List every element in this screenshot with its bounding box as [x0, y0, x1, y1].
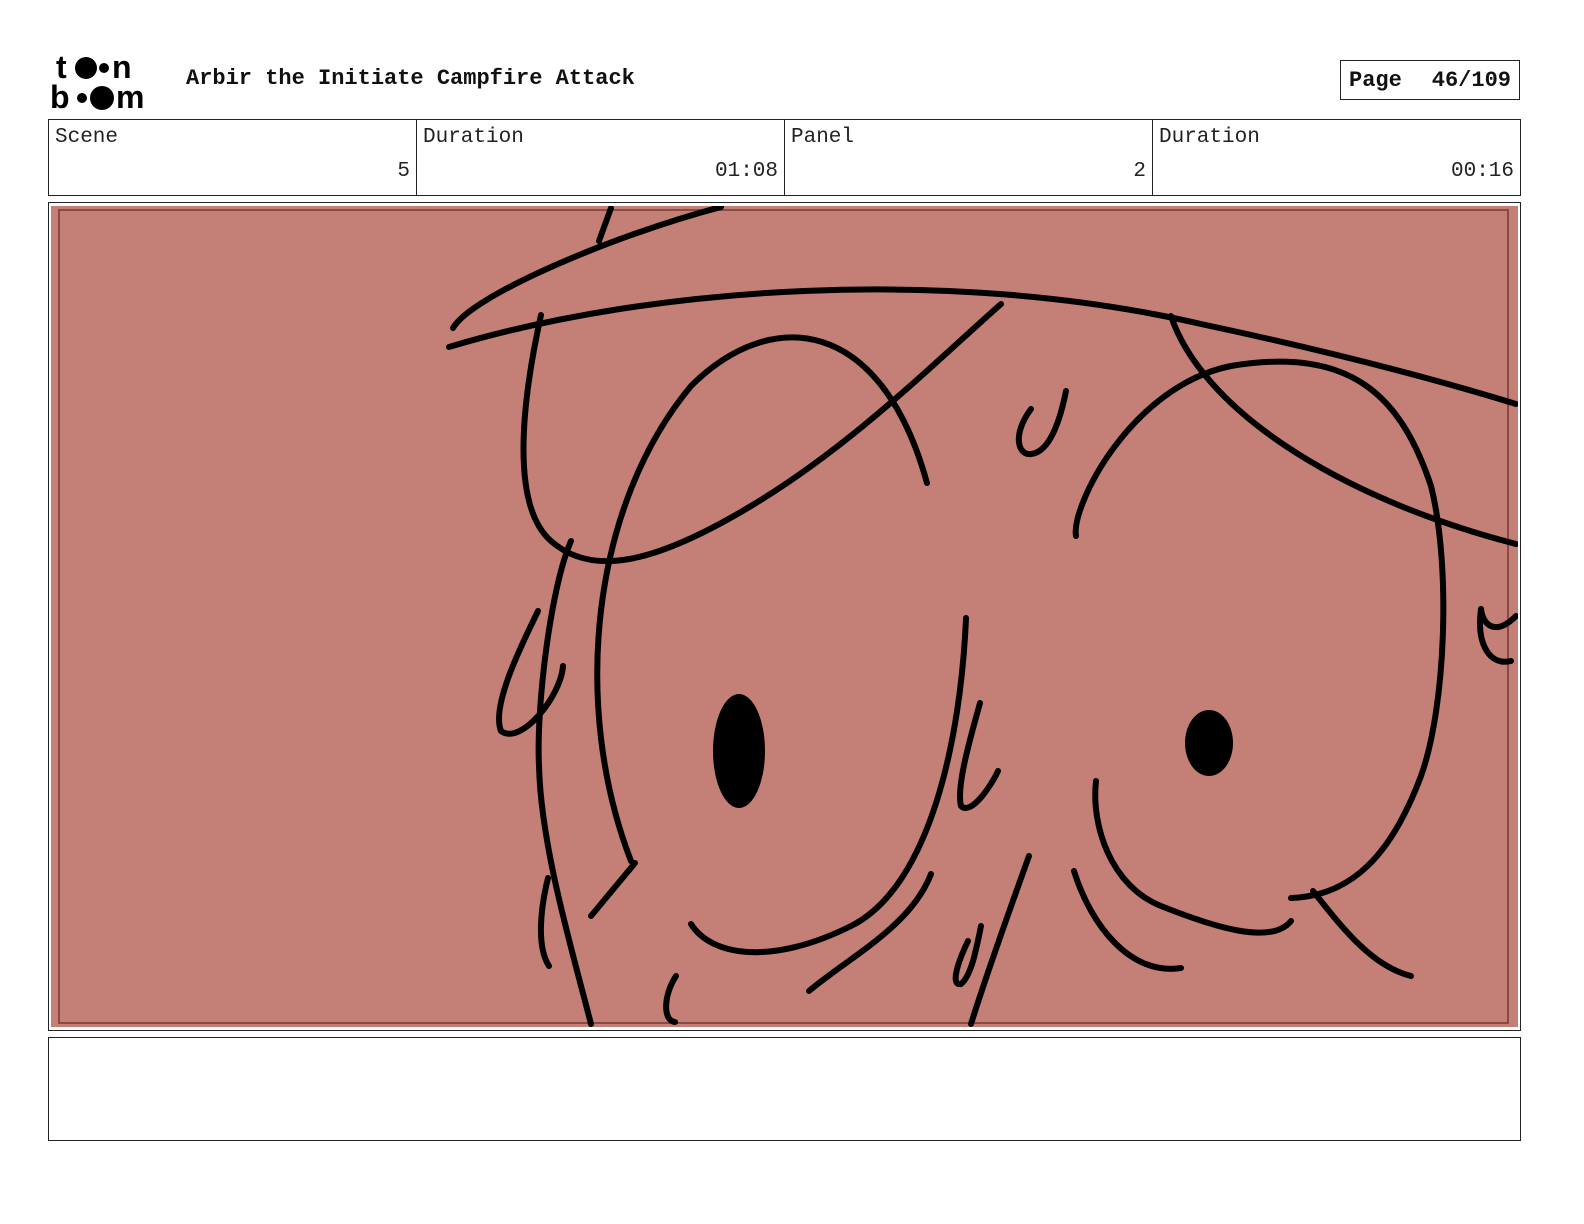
scene-duration-cell: Duration 01:08 — [417, 120, 785, 195]
panel-value: 2 — [1133, 160, 1146, 183]
scene-cell: Scene 5 — [49, 120, 417, 195]
svg-text:m: m — [116, 79, 144, 114]
project-title: Arbir the Initiate Campfire Attack — [186, 66, 635, 91]
toon-boom-logo: t n b m — [50, 50, 144, 114]
scene-duration-value: 01:08 — [714, 160, 778, 183]
page-label: Page — [1349, 67, 1402, 93]
panel-label: Panel — [791, 126, 855, 149]
panel-duration-value: 00:16 — [1450, 160, 1514, 183]
right-pupil — [1185, 710, 1233, 776]
panel-background — [51, 206, 1518, 1027]
page-indicator: Page 46/109 — [1340, 60, 1520, 100]
scene-label: Scene — [55, 126, 119, 149]
panel-duration-cell: Duration 00:16 — [1153, 120, 1520, 195]
storyboard-panel-frame — [48, 202, 1521, 1031]
svg-text:b: b — [50, 79, 70, 114]
scene-value: 5 — [397, 160, 410, 183]
left-pupil — [713, 694, 765, 808]
page-value: 46/109 — [1431, 67, 1511, 93]
scene-info-table: Scene 5 Duration 01:08 Panel 2 Duration … — [48, 119, 1521, 196]
panel-duration-label: Duration — [1159, 126, 1260, 149]
panel-cell: Panel 2 — [785, 120, 1153, 195]
storyboard-sketch — [51, 206, 1518, 1027]
panel-notes-box — [48, 1037, 1521, 1141]
scene-duration-label: Duration — [423, 126, 524, 149]
